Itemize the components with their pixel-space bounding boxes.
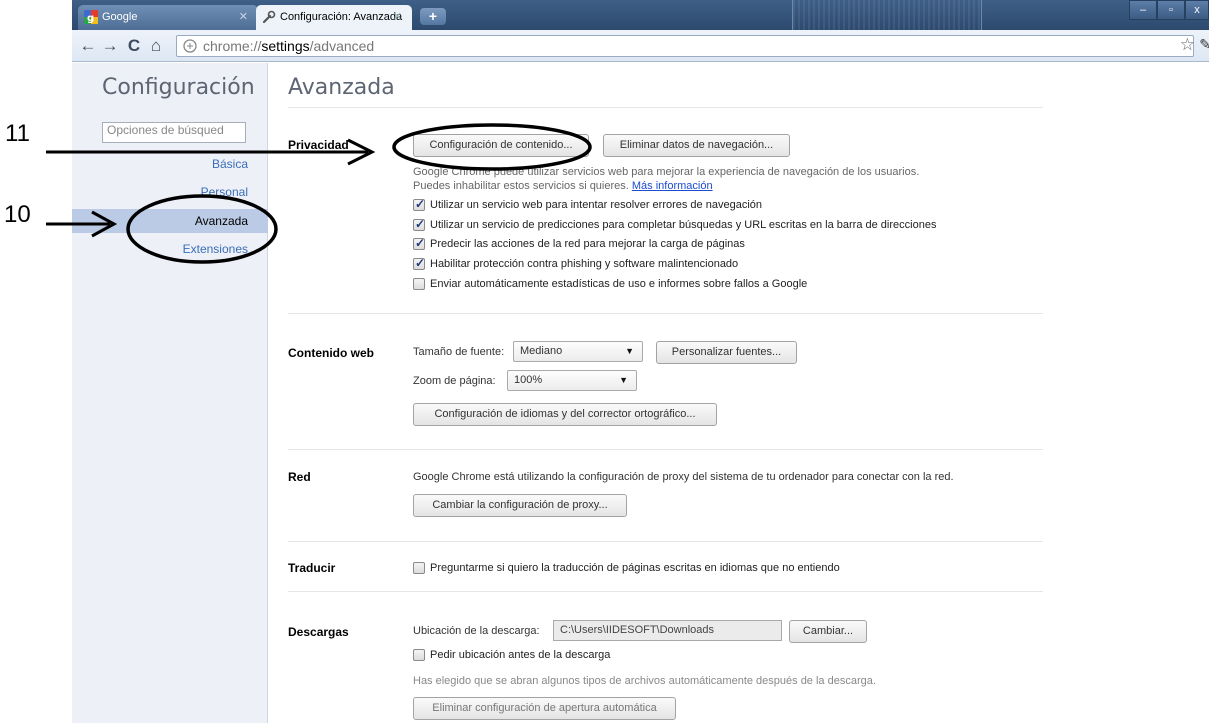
download-location-label: Ubicación de la descarga: [413,625,540,637]
font-size-value: Mediano [520,345,563,357]
checkbox-network-prediction[interactable]: ✓ Predecir las acciones de la red para me… [413,236,745,251]
checkbox-box[interactable] [413,278,425,290]
sidebar-title: Configuración [102,75,255,100]
bookmark-star-icon[interactable]: ☆ [1180,35,1195,55]
wrench-icon [262,10,276,24]
minimize-button[interactable]: – [1129,0,1157,20]
home-icon[interactable]: ⌂ [146,37,166,55]
section-heading-privacy: Privacidad [288,138,349,152]
checkbox-box[interactable]: ✓ [413,236,426,250]
download-location-field: C:\Users\IIDESOFT\Downloads [553,620,782,641]
titlebar-decoration [792,0,982,30]
check-icon: ✓ [415,236,426,250]
font-size-select[interactable]: Mediano ▼ [513,341,643,362]
auto-open-note: Has elegido que se abran algunos tipos d… [413,675,876,687]
settings-sidebar: Configuración Opciones de búsqued Básica… [72,63,268,723]
divider [288,591,1043,592]
check-icon: ✓ [415,217,426,231]
tab-title: Configuración: Avanzada [280,11,403,23]
checkbox-predictions[interactable]: ✓ Utilizar un servicio de predicciones pa… [413,217,936,232]
reload-icon[interactable]: C [124,37,144,55]
font-size-label: Tamaño de fuente: [413,346,505,358]
maximize-button[interactable]: ▫ [1157,0,1185,20]
tab-configuracion-avanzada[interactable]: Configuración: Avanzada ✕ [256,5,412,30]
zoom-value: 100% [514,374,543,386]
annotation-number-11: 11 [5,120,30,147]
network-description: Google Chrome está utilizando la configu… [413,471,954,483]
close-tab-icon[interactable]: ✕ [239,5,248,29]
wrench-menu-icon[interactable]: ✎ [1199,36,1209,53]
tab-title: Google [102,11,138,23]
check-icon: ✓ [415,197,426,211]
page-icon [183,39,197,53]
checkbox-nav-errors[interactable]: ✓ Utilizar un servicio web para intentar … [413,197,762,212]
url-path: /advanced [309,38,375,54]
dropdown-arrow-icon: ▼ [625,346,634,356]
checkbox-phishing-protection[interactable]: ✓ Habilitar protección contra phishing y … [413,256,738,271]
checkbox-box[interactable]: ✓ [413,197,426,211]
url-host: settings [261,38,310,54]
section-heading-translate: Traducir [288,561,336,575]
checkbox-usage-stats[interactable]: Enviar automáticamente estadísticas de u… [413,277,807,291]
divider [288,107,1043,108]
zoom-select[interactable]: 100% ▼ [507,370,637,391]
url-scheme: chrome:// [203,38,262,54]
content-settings-button[interactable]: Configuración de contenido... [413,134,589,157]
checkbox-box[interactable]: ✓ [413,256,426,270]
close-tab-icon[interactable]: ✕ [393,5,402,29]
privacy-description-line2: Puedes inhabilitar estos servicios si qu… [413,180,713,192]
annotation-number-10: 10 [4,201,31,228]
search-input[interactable]: Opciones de búsqued [102,122,246,143]
section-heading-network: Red [288,470,311,484]
google-favicon-icon: g [84,10,98,24]
section-heading-web-content: Contenido web [288,346,374,360]
page-title: Avanzada [288,75,395,100]
svg-text:g: g [87,13,94,24]
browser-toolbar: ← → C ⌂ chrome://settings/advanced ☆ ✎ [72,30,1209,62]
change-download-location-button[interactable]: Cambiar... [789,620,867,643]
sidebar-item-basica[interactable]: Básica [72,152,268,176]
tab-google[interactable]: g Google ✕ [78,5,258,30]
sidebar-item-extensiones[interactable]: Extensiones [72,237,268,261]
back-arrow-icon[interactable]: ← [78,37,98,55]
checkbox-box[interactable] [413,562,425,574]
new-tab-button[interactable]: + [420,8,446,25]
address-bar[interactable]: chrome://settings/advanced [176,35,1194,57]
divider [288,449,1043,450]
languages-settings-button[interactable]: Configuración de idiomas y del corrector… [413,403,717,426]
forward-arrow-icon[interactable]: → [100,37,120,55]
privacy-description: Google Chrome puede utilizar servicios w… [413,166,920,178]
window-controls: – ▫ x [1129,0,1209,20]
change-proxy-button[interactable]: Cambiar la configuración de proxy... [413,494,627,517]
more-info-link[interactable]: Más información [632,180,713,192]
close-window-button[interactable]: x [1185,0,1209,20]
sidebar-item-personal[interactable]: Personal [72,180,268,204]
divider [288,313,1043,314]
checkbox-box[interactable]: ✓ [413,217,426,231]
title-bar: g Google ✕ Configuración: Avanzada ✕ + –… [72,0,1209,30]
sidebar-item-avanzada[interactable]: Avanzada [72,209,268,233]
section-heading-downloads: Descargas [288,625,349,639]
check-icon: ✓ [415,256,426,270]
checkbox-box[interactable] [413,649,425,661]
customize-fonts-button[interactable]: Personalizar fuentes... [656,341,797,364]
checkbox-translate-prompt[interactable]: Preguntarme si quiero la traducción de p… [413,561,840,575]
clear-browsing-data-button[interactable]: Eliminar datos de navegación... [603,134,790,157]
zoom-label: Zoom de página: [413,375,496,387]
dropdown-arrow-icon: ▼ [619,375,628,385]
clear-auto-open-button[interactable]: Eliminar configuración de apertura autom… [413,697,676,720]
divider [288,541,1043,542]
checkbox-ask-download-location[interactable]: Pedir ubicación antes de la descarga [413,648,610,662]
